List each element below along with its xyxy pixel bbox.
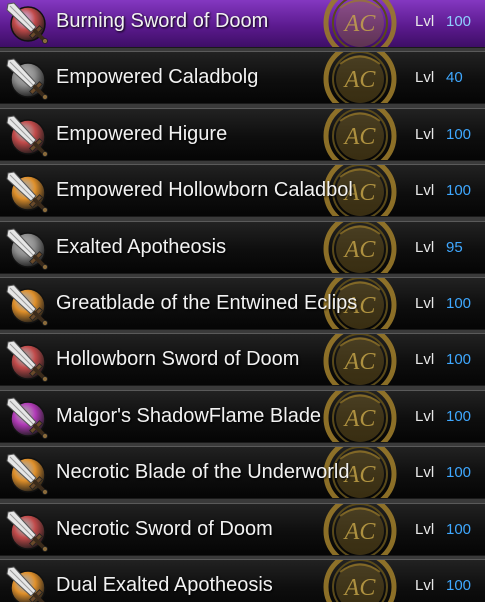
level-value: 95 bbox=[446, 238, 463, 256]
level-value: 100 bbox=[446, 407, 472, 425]
inventory-list: Burning Sword of Doom AC Lvl 100 Empower… bbox=[0, 0, 485, 602]
level-value: 100 bbox=[446, 295, 472, 312]
level-value: 100 bbox=[446, 520, 472, 538]
list-item[interactable]: Dual Exalted Apotheosis AC Lvl 100 bbox=[0, 559, 485, 602]
sword-orange-icon bbox=[6, 453, 48, 496]
list-item[interactable]: Greatblade of the Entwined Eclips AC Lvl… bbox=[0, 277, 485, 330]
item-name: Hollowborn Sword of Doom bbox=[56, 348, 300, 371]
sword-red-icon bbox=[6, 510, 48, 552]
sword-orange-icon bbox=[6, 566, 46, 602]
level-label: Lvl bbox=[415, 295, 435, 312]
list-item[interactable]: Empowered Caladbolg AC Lvl 40 bbox=[0, 51, 485, 105]
ac-coin-icon: AC bbox=[323, 0, 397, 47]
ac-coin-icon: AC bbox=[323, 334, 397, 386]
list-item[interactable]: Empowered Higure AC Lvl 100 bbox=[0, 107, 485, 161]
sword-gray-icon bbox=[6, 228, 48, 270]
ac-coin-icon: AC bbox=[323, 52, 397, 104]
list-item[interactable]: Necrotic Blade of the Underworld AC Lvl … bbox=[0, 446, 485, 500]
list-item[interactable]: Burning Sword of Doom AC Lvl 100 bbox=[0, 0, 485, 48]
item-name: Empowered Caladbolg bbox=[56, 66, 259, 89]
emblem-text: AC bbox=[343, 519, 377, 545]
level-label: Lvl bbox=[415, 351, 435, 369]
sword-red-icon bbox=[6, 2, 48, 44]
list-item[interactable]: Necrotic Sword of Doom AC Lvl 100 bbox=[0, 502, 485, 556]
emblem-text: AC bbox=[343, 11, 377, 37]
emblem-text: AC bbox=[343, 406, 377, 432]
sword-red-icon bbox=[6, 115, 48, 157]
list-item[interactable]: Hollowborn Sword of Doom AC Lvl 100 bbox=[0, 333, 485, 387]
emblem-text: AC bbox=[343, 67, 377, 93]
level-value: 100 bbox=[446, 125, 472, 143]
emblem-text: AC bbox=[343, 349, 377, 375]
item-name: Empowered Higure bbox=[56, 122, 228, 145]
ac-coin-icon: AC bbox=[323, 560, 397, 602]
item-name: Malgor's ShadowFlame Blade bbox=[56, 404, 322, 427]
list-item[interactable]: Empowered Hollowborn Caladbol AC Lvl 100 bbox=[0, 164, 485, 218]
level-label: Lvl bbox=[415, 407, 435, 425]
item-name: Necrotic Blade of the Underworld bbox=[56, 461, 350, 484]
item-name: Empowered Hollowborn Caladbol bbox=[56, 179, 353, 202]
level-label: Lvl bbox=[415, 69, 435, 87]
emblem-text: AC bbox=[343, 575, 377, 601]
level-label: Lvl bbox=[415, 238, 435, 256]
level-value: 100 bbox=[446, 13, 472, 30]
item-name: Dual Exalted Apotheosis bbox=[56, 574, 273, 596]
ac-coin-icon: AC bbox=[323, 108, 397, 160]
level-value: 100 bbox=[446, 577, 472, 594]
list-item[interactable]: Malgor's ShadowFlame Blade AC Lvl 100 bbox=[0, 389, 485, 443]
level-label: Lvl bbox=[415, 13, 435, 30]
level-label: Lvl bbox=[415, 464, 435, 482]
level-value: 100 bbox=[446, 351, 472, 369]
sword-gray-icon bbox=[6, 58, 48, 101]
ac-coin-icon: AC bbox=[323, 503, 397, 555]
level-label: Lvl bbox=[415, 182, 435, 200]
ac-coin-icon: AC bbox=[323, 221, 397, 273]
sword-purple-icon bbox=[6, 397, 48, 439]
level-label: Lvl bbox=[415, 577, 435, 594]
list-item[interactable]: Exalted Apotheosis AC Lvl 95 bbox=[0, 220, 485, 274]
emblem-text: AC bbox=[343, 124, 377, 150]
item-name: Greatblade of the Entwined Eclips bbox=[56, 292, 358, 314]
level-label: Lvl bbox=[415, 125, 435, 143]
level-value: 100 bbox=[446, 182, 472, 200]
level-value: 40 bbox=[446, 69, 463, 87]
emblem-text: AC bbox=[343, 237, 377, 263]
level-value: 100 bbox=[446, 464, 472, 482]
item-name: Exalted Apotheosis bbox=[56, 235, 227, 258]
level-label: Lvl bbox=[415, 520, 435, 538]
item-name: Necrotic Sword of Doom bbox=[56, 517, 273, 540]
ac-coin-icon: AC bbox=[323, 390, 397, 442]
sword-orange-icon bbox=[6, 171, 48, 214]
sword-orange-icon bbox=[6, 284, 48, 326]
item-name: Burning Sword of Doom bbox=[56, 10, 269, 32]
sword-red-icon bbox=[6, 340, 48, 383]
